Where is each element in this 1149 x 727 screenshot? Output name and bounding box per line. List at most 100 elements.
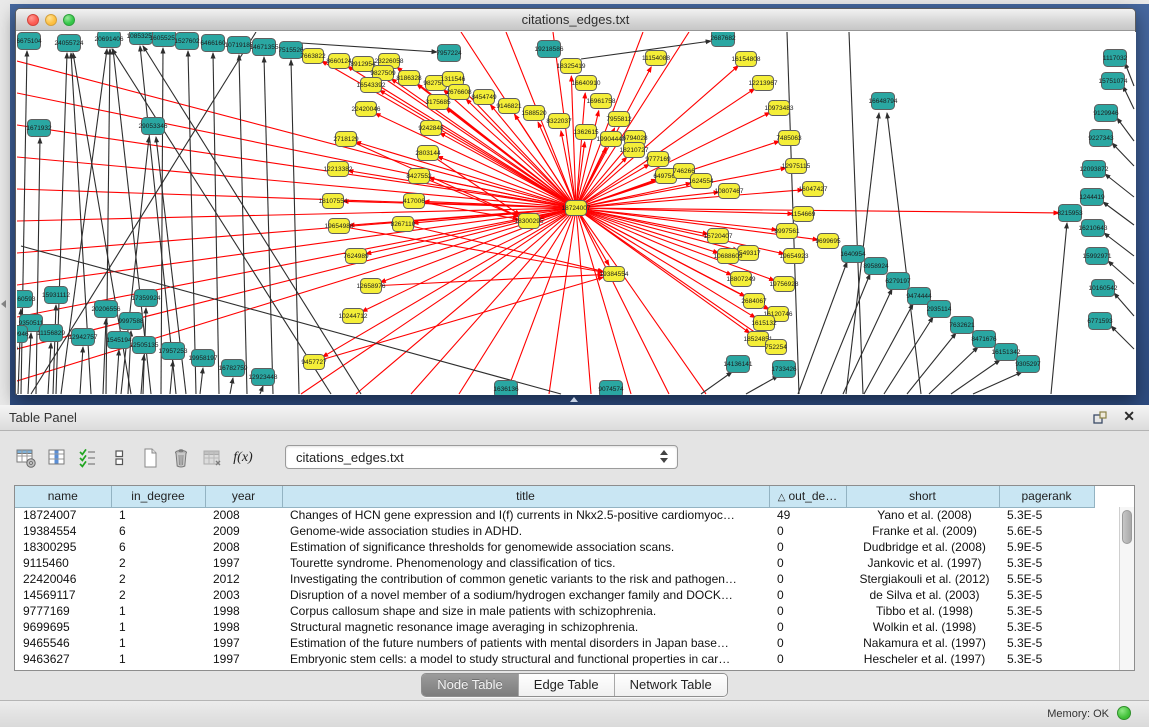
graph-node[interactable]: 19756928 bbox=[770, 277, 799, 292]
graph-node[interactable]: 12213382 bbox=[324, 162, 353, 177]
column-header-year[interactable]: year bbox=[205, 486, 282, 507]
graph-node[interactable]: 16543392 bbox=[357, 78, 386, 93]
graph-node[interactable]: 16648794 bbox=[869, 93, 898, 110]
graph-node[interactable]: 1117032 bbox=[1103, 50, 1128, 67]
tab-network-table[interactable]: Network Table bbox=[614, 674, 727, 696]
graph-node[interactable]: 3919946 bbox=[17, 326, 29, 343]
window-titlebar[interactable]: citations_edges.txt bbox=[16, 9, 1135, 31]
graph-node[interactable]: 3175685 bbox=[425, 95, 451, 110]
tab-edge-table[interactable]: Edge Table bbox=[518, 674, 614, 696]
graph-node[interactable]: 19654988 bbox=[325, 219, 354, 234]
graph-node[interactable]: 19384554 bbox=[600, 267, 629, 282]
graph-node[interactable]: 417006 bbox=[403, 194, 425, 209]
graph-node[interactable]: 1588520 bbox=[521, 106, 547, 121]
network-graph[interactable]: 1872400766751042405572420691406108532571… bbox=[17, 32, 1136, 395]
column-header-in_degree[interactable]: in_degree bbox=[111, 486, 205, 507]
table-options-icon[interactable] bbox=[12, 444, 40, 472]
graph-node[interactable]: 17359924 bbox=[132, 290, 161, 307]
table-row[interactable]: 977716911998Corpus callosum shape and si… bbox=[15, 603, 1094, 619]
split-pane-grip[interactable] bbox=[570, 397, 578, 402]
graph-node[interactable]: 19654923 bbox=[780, 249, 809, 264]
graph-node[interactable]: 2718129 bbox=[333, 132, 359, 147]
network-canvas[interactable]: 1872400766751042405572420691406108532571… bbox=[17, 32, 1136, 395]
graph-node[interactable]: 7485063 bbox=[776, 131, 802, 146]
rows-icon[interactable] bbox=[105, 444, 133, 472]
column-header-pagerank[interactable]: pagerank bbox=[999, 486, 1094, 507]
graph-node[interactable]: 9699695 bbox=[815, 234, 841, 249]
delete-table-icon[interactable] bbox=[167, 444, 195, 472]
graph-node[interactable]: 2687682 bbox=[710, 32, 736, 47]
column-header-out_de[interactable]: △out_de… bbox=[769, 486, 846, 507]
graph-node[interactable]: 9146821 bbox=[496, 99, 522, 114]
graph-node[interactable]: 10688609 bbox=[714, 249, 743, 264]
column-header-name[interactable]: name bbox=[15, 486, 111, 507]
graph-node[interactable]: 15992971 bbox=[1083, 248, 1112, 265]
function-builder-icon[interactable]: f(x) bbox=[229, 444, 257, 472]
graph-node[interactable]: 9305297 bbox=[1015, 356, 1041, 373]
vertical-scrollbar[interactable] bbox=[1119, 507, 1134, 670]
graph-node[interactable]: 16154808 bbox=[732, 52, 761, 67]
graph-node[interactable]: 2935114 bbox=[927, 301, 952, 318]
import-table-icon[interactable] bbox=[198, 444, 226, 472]
graph-node[interactable]: 16210643 bbox=[1079, 220, 1108, 237]
column-header-title[interactable]: title bbox=[282, 486, 769, 507]
graph-node[interactable]: 10160542 bbox=[1089, 280, 1118, 297]
graph-node[interactable]: 18107554 bbox=[319, 194, 348, 209]
graph-node[interactable]: 1362615 bbox=[573, 125, 599, 140]
graph-node[interactable]: 15720407 bbox=[704, 229, 733, 244]
table-row[interactable]: 911546021997Tourette syndrome. Phenomeno… bbox=[15, 555, 1094, 571]
graph-node[interactable]: 18325419 bbox=[557, 59, 586, 74]
graph-node[interactable]: 16640910 bbox=[572, 76, 601, 91]
graph-node[interactable]: 16782759 bbox=[219, 360, 248, 377]
graph-node[interactable]: 16961758 bbox=[587, 94, 616, 109]
graph-node[interactable]: 20206556 bbox=[92, 301, 121, 318]
graph-node[interactable]: 9457727 bbox=[301, 355, 327, 370]
graph-node[interactable]: 6675104 bbox=[17, 33, 42, 50]
graph-node[interactable]: 7632621 bbox=[949, 317, 975, 334]
graph-node[interactable]: 1154669 bbox=[791, 207, 816, 222]
graph-node[interactable]: 7955812 bbox=[606, 112, 632, 127]
graph-node[interactable]: 8958924 bbox=[863, 258, 889, 275]
graph-node[interactable]: 14136141 bbox=[724, 356, 753, 373]
graph-node[interactable]: 12942757 bbox=[69, 329, 98, 346]
graph-node[interactable]: 8427552 bbox=[406, 169, 432, 184]
tab-node-table[interactable]: Node Table bbox=[422, 674, 518, 696]
graph-node[interactable]: 2803144 bbox=[415, 146, 441, 161]
select-all-columns-icon[interactable] bbox=[74, 444, 102, 472]
table-row[interactable]: 1456911722003Disruption of a novel membe… bbox=[15, 587, 1094, 603]
graph-node[interactable]: 16047427 bbox=[799, 182, 828, 197]
graph-node[interactable]: 1624554 bbox=[688, 174, 714, 189]
graph-node[interactable]: 9227343 bbox=[1088, 130, 1114, 147]
memory-indicator-icon[interactable] bbox=[1117, 706, 1131, 720]
graph-node[interactable]: 10807467 bbox=[715, 184, 744, 199]
graph-node[interactable]: 9129946 bbox=[1093, 105, 1119, 122]
graph-node[interactable]: 8454749 bbox=[471, 90, 497, 105]
table-row[interactable]: 1872400712008Changes of HCN gene express… bbox=[15, 507, 1094, 523]
graph-node[interactable]: 1733426 bbox=[771, 361, 797, 378]
graph-node[interactable]: 12093872 bbox=[1080, 161, 1109, 178]
graph-node[interactable]: 8186328 bbox=[396, 71, 422, 86]
graph-node[interactable]: 14671355 bbox=[250, 39, 279, 56]
close-icon[interactable]: ✕ bbox=[1123, 408, 1135, 425]
graph-node[interactable]: 8997561 bbox=[774, 224, 800, 239]
graph-node[interactable]: 28260593 bbox=[17, 291, 36, 308]
graph-node[interactable]: 20691406 bbox=[95, 32, 124, 48]
graph-node[interactable]: 8215953 bbox=[1057, 205, 1083, 222]
graph-node[interactable]: 18724007 bbox=[562, 201, 591, 216]
graph-node[interactable]: 6771593 bbox=[1087, 313, 1113, 330]
scrollbar-thumb[interactable] bbox=[1122, 510, 1132, 544]
graph-node[interactable]: 12658976 bbox=[357, 279, 386, 294]
graph-node[interactable]: 19218586 bbox=[535, 41, 564, 58]
graph-node[interactable]: 10973483 bbox=[765, 101, 794, 116]
graph-node[interactable]: 9074574 bbox=[598, 381, 624, 396]
show-column-icon[interactable] bbox=[43, 444, 71, 472]
column-header-short[interactable]: short bbox=[846, 486, 999, 507]
graph-node[interactable]: 22420046 bbox=[352, 102, 381, 117]
graph-node[interactable]: 1527602 bbox=[174, 33, 200, 50]
graph-node[interactable]: 18807249 bbox=[727, 272, 756, 287]
table-row[interactable]: 1938455462009Genome-wide association stu… bbox=[15, 523, 1094, 539]
graph-node[interactable]: 17957253 bbox=[159, 343, 188, 360]
graph-node[interactable]: 752254 bbox=[765, 340, 787, 355]
graph-node[interactable]: 2684067 bbox=[741, 294, 767, 309]
graph-node[interactable]: 24055724 bbox=[55, 35, 84, 52]
